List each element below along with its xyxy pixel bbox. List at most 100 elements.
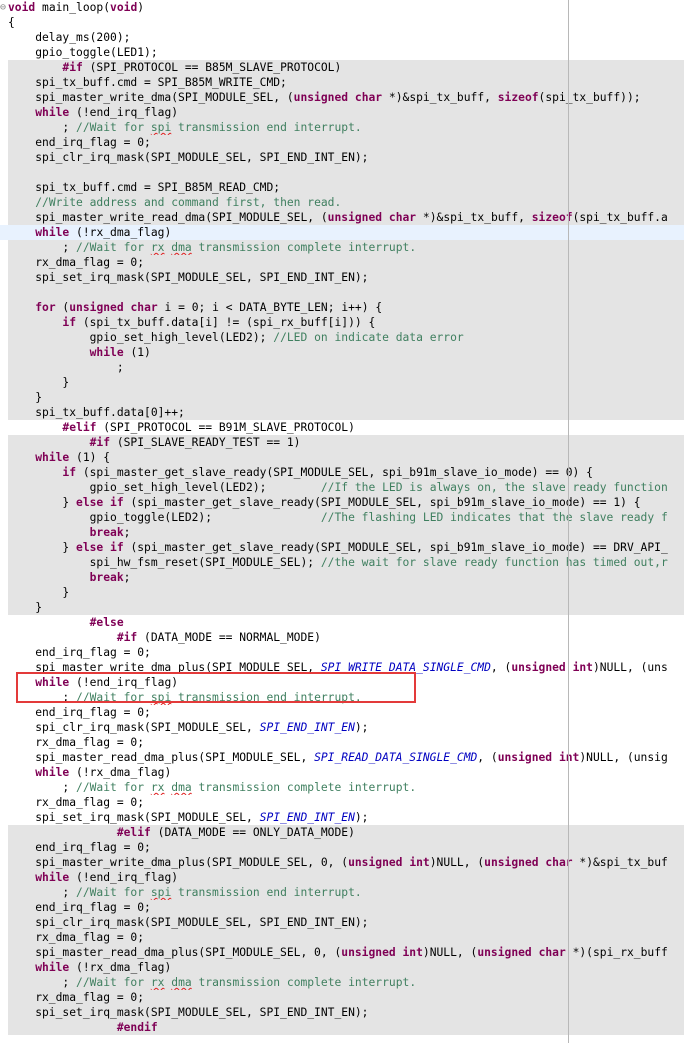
code-line-text: spi_set_irq_mask(SPI_MODULE_SEL, SPI_END… (8, 271, 369, 284)
code-line[interactable]: //Write address and command first, then … (8, 195, 684, 210)
code-line[interactable]: rx_dma_flag = 0; (0, 795, 684, 810)
code-line[interactable]: #if (SPI_PROTOCOL == B85M_SLAVE_PROTOCOL… (8, 60, 684, 75)
code-line[interactable]: while (1) { (8, 450, 684, 465)
code-line[interactable]: spi_set_irq_mask(SPI_MODULE_SEL, SPI_END… (8, 1005, 684, 1020)
code-line[interactable]: #if (SPI_SLAVE_READY_TEST == 1) (8, 435, 684, 450)
code-line-text: while (!rx_dma_flag) (35, 961, 172, 974)
code-line-text: #endif (116, 1021, 158, 1034)
code-line[interactable]: spi_master_write_read_dma(SPI_MODULE_SEL… (8, 210, 684, 225)
code-line-text: while (!end_irq_flag) (35, 106, 179, 119)
code-line[interactable]: #elif (DATA_MODE == ONLY_DATA_MODE) (8, 825, 684, 840)
code-line[interactable]: #elif (SPI_PROTOCOL == B91M_SLAVE_PROTOC… (0, 420, 684, 435)
code-line[interactable]: rx_dma_flag = 0; (8, 930, 684, 945)
code-line-text: gpio_toggle(LED1); (8, 46, 158, 59)
code-line[interactable]: delay_ms(200); (0, 30, 684, 45)
code-line[interactable]: spi_master_read_dma_plus(SPI_MODULE_SEL,… (8, 945, 684, 960)
code-line[interactable]: while (!end_irq_flag) (8, 870, 684, 885)
code-line-text: if (spi_master_get_slave_ready(SPI_MODUL… (62, 466, 593, 479)
code-line[interactable]: end_irq_flag = 0; (8, 135, 684, 150)
code-line[interactable]: spi_clr_irq_mask(SPI_MODULE_SEL, SPI_END… (8, 915, 684, 930)
code-line[interactable]: rx_dma_flag = 0; (8, 990, 684, 1005)
code-line-text: end_irq_flag = 0; (8, 136, 151, 149)
code-editor[interactable]: void main_loop(void) { delay_ms(200); gpi… (0, 0, 684, 1043)
code-line[interactable]: end_irq_flag = 0; (0, 645, 684, 660)
code-line-text: rx_dma_flag = 0; (8, 991, 145, 1004)
code-line-text: while (1) { (35, 451, 111, 464)
code-line[interactable]: end_irq_flag = 0; (8, 840, 684, 855)
code-line-text: } (8, 601, 43, 614)
code-line[interactable]: gpio_set_high_level(LED2); //LED on indi… (8, 330, 684, 345)
code-line-text: while (!rx_dma_flag) (35, 766, 172, 779)
code-line-text: rx_dma_flag = 0; (8, 256, 145, 269)
code-line[interactable]: spi_tx_buff.data[0]++; (8, 405, 684, 420)
code-line-text: ; //Wait for rx dma transmission complet… (8, 976, 417, 989)
code-line-text: spi_set_irq_mask(SPI_MODULE_SEL, SPI_END… (8, 1006, 369, 1019)
code-line[interactable]: } (8, 585, 684, 600)
code-line-text: spi_tx_buff.cmd = SPI_B85M_WRITE_CMD; (8, 76, 287, 89)
annotation-highlight-box (16, 672, 416, 703)
code-line[interactable]: #if (DATA_MODE == NORMAL_MODE) (0, 630, 684, 645)
code-line[interactable]: ; //Wait for rx dma transmission complet… (8, 240, 684, 255)
code-line[interactable] (8, 285, 684, 300)
code-line-text: } (8, 376, 70, 389)
code-line[interactable]: gpio_toggle(LED1); (0, 45, 684, 60)
code-line-text: #elif (DATA_MODE == ONLY_DATA_MODE) (116, 826, 355, 839)
code-line-text: end_irq_flag = 0; (8, 646, 151, 659)
code-line[interactable]: if (spi_tx_buff.data[i] != (spi_rx_buff[… (8, 315, 684, 330)
code-line[interactable]: if (spi_master_get_slave_ready(SPI_MODUL… (8, 465, 684, 480)
code-line[interactable]: #else (0, 615, 684, 630)
code-line[interactable]: ; //Wait for spi transmission end interr… (8, 885, 684, 900)
code-line[interactable]: end_irq_flag = 0; (8, 900, 684, 915)
code-line[interactable]: } (8, 375, 684, 390)
code-line[interactable]: { (0, 15, 684, 30)
code-line[interactable]: ; (8, 360, 684, 375)
code-line[interactable]: } (8, 390, 684, 405)
code-line-text: spi_master_write_dma(SPI_MODULE_SEL, (un… (8, 91, 641, 104)
code-line[interactable]: while (!rx_dma_flag) (0, 765, 684, 780)
code-line-text: for (unsigned char i = 0; i < DATA_BYTE_… (35, 301, 383, 314)
code-line[interactable]: } (8, 600, 684, 615)
code-line[interactable]: while (!rx_dma_flag) (0, 225, 684, 240)
code-line[interactable]: spi_master_write_dma(SPI_MODULE_SEL, (un… (8, 90, 684, 105)
code-line[interactable]: spi_hw_fsm_reset(SPI_MODULE_SEL); //the … (8, 555, 684, 570)
code-line[interactable]: void main_loop(void) (0, 0, 684, 15)
code-line-text: break; (89, 526, 131, 539)
code-line[interactable]: ; //Wait for rx dma transmission complet… (0, 780, 684, 795)
code-line[interactable]: while (!rx_dma_flag) (8, 960, 684, 975)
code-line[interactable]: } else if (spi_master_get_slave_ready(SP… (8, 540, 684, 555)
code-line[interactable]: spi_set_irq_mask(SPI_MODULE_SEL, SPI_END… (8, 270, 684, 285)
code-line[interactable]: while (!end_irq_flag) (8, 105, 684, 120)
code-line-text: ; //Wait for spi transmission end interr… (8, 121, 362, 134)
code-line[interactable]: ; //Wait for rx dma transmission complet… (8, 975, 684, 990)
code-line[interactable]: rx_dma_flag = 0; (8, 255, 684, 270)
code-line-text: delay_ms(200); (8, 31, 131, 44)
code-line-text: gpio_set_high_level(LED2); //LED on indi… (8, 331, 464, 344)
code-line-text: } else if (spi_master_get_slave_ready(SP… (8, 496, 641, 509)
code-line-text: while (!rx_dma_flag) (35, 226, 172, 239)
code-line-text: spi_clr_irq_mask(SPI_MODULE_SEL, SPI_END… (8, 151, 369, 164)
code-line[interactable]: ; //Wait for spi transmission end interr… (8, 120, 684, 135)
code-line-text: spi_clr_irq_mask(SPI_MODULE_SEL, SPI_END… (8, 721, 369, 734)
code-line[interactable]: break; (8, 525, 684, 540)
code-line[interactable]: for (unsigned char i = 0; i < DATA_BYTE_… (8, 300, 684, 315)
code-line[interactable]: spi_tx_buff.cmd = SPI_B85M_READ_CMD; (8, 180, 684, 195)
code-line[interactable]: spi_tx_buff.cmd = SPI_B85M_WRITE_CMD; (8, 75, 684, 90)
fold-collapse-icon[interactable]: ⊖ (0, 0, 6, 15)
code-line[interactable]: gpio_toggle(LED2); //The flashing LED in… (8, 510, 684, 525)
code-line[interactable]: #endif (8, 1020, 684, 1035)
code-line[interactable]: spi_clr_irq_mask(SPI_MODULE_SEL, SPI_END… (0, 720, 684, 735)
code-line[interactable]: } else if (spi_master_get_slave_ready(SP… (8, 495, 684, 510)
code-line[interactable]: spi_set_irq_mask(SPI_MODULE_SEL, SPI_END… (0, 810, 684, 825)
code-line-text: rx_dma_flag = 0; (8, 931, 145, 944)
code-line[interactable]: while (1) (8, 345, 684, 360)
code-line[interactable]: break; (8, 570, 684, 585)
code-line[interactable]: end_irq_flag = 0; (0, 705, 684, 720)
code-line-text: rx_dma_flag = 0; (8, 736, 145, 749)
code-line[interactable]: gpio_set_high_level(LED2); //If the LED … (8, 480, 684, 495)
code-line-text: { (8, 16, 15, 29)
code-line[interactable] (8, 165, 684, 180)
code-line[interactable]: spi_clr_irq_mask(SPI_MODULE_SEL, SPI_END… (8, 150, 684, 165)
code-line[interactable]: spi_master_read_dma_plus(SPI_MODULE_SEL,… (0, 750, 684, 765)
code-line[interactable]: spi_master_write_dma_plus(SPI_MODULE_SEL… (8, 855, 684, 870)
code-line[interactable]: rx_dma_flag = 0; (0, 735, 684, 750)
